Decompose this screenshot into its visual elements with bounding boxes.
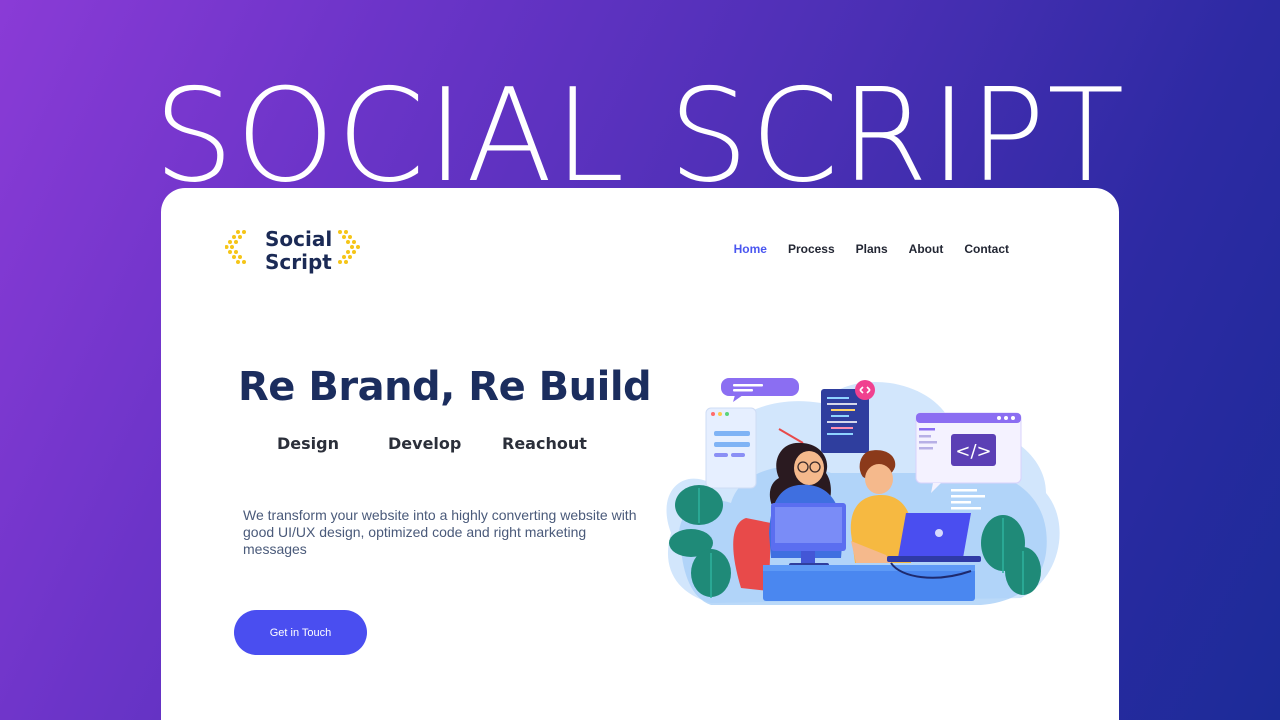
website-preview-card: Social Script Home Process Plans About C… bbox=[161, 188, 1119, 720]
service-reachout: Reachout bbox=[502, 434, 587, 453]
hero-headline: Re Brand, Re Build bbox=[238, 364, 652, 410]
developers-illustration: </> bbox=[666, 378, 1060, 605]
logo-line-2: Script bbox=[265, 250, 332, 274]
nav-home[interactable]: Home bbox=[734, 242, 767, 256]
nav-about[interactable]: About bbox=[909, 242, 944, 256]
nav-plans[interactable]: Plans bbox=[856, 242, 888, 256]
service-develop: Develop bbox=[388, 434, 462, 453]
hero-description: We transform your website into a highly … bbox=[243, 507, 637, 557]
nav-contact[interactable]: Contact bbox=[964, 242, 1009, 256]
nav-process[interactable]: Process bbox=[788, 242, 835, 256]
logo-wordmark: Social Script bbox=[265, 228, 332, 274]
social-script-logo[interactable]: Social Script bbox=[225, 228, 375, 274]
logo-line-1: Social bbox=[265, 227, 333, 251]
service-design: Design bbox=[277, 434, 339, 453]
code-tag-label: </> bbox=[955, 441, 991, 462]
main-nav: Home Process Plans About Contact bbox=[734, 242, 1009, 256]
get-in-touch-button[interactable]: Get in Touch bbox=[234, 610, 367, 655]
